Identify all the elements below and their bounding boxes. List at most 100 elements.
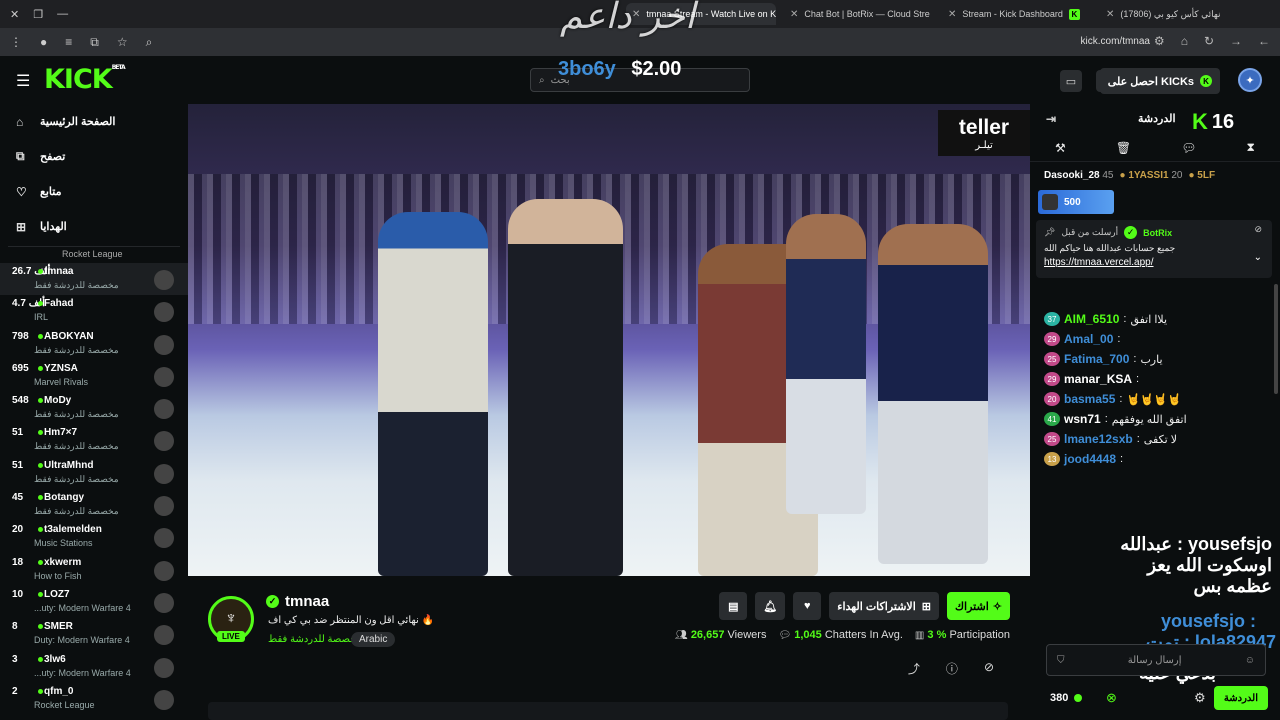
sidebar-channel-0[interactable]: 26.7 ألفtmnaaمخصصة للدردشة فقط (0, 263, 188, 296)
user-avatar[interactable]: ✦ (1238, 68, 1262, 92)
sidebar-channel-8[interactable]: 20 t3alemelden Music Stations (0, 521, 188, 553)
sidebar-item-browse[interactable]: ⧉ تصفح (0, 139, 188, 174)
bookmark-star-icon[interactable]: ☆ (117, 35, 128, 49)
tab-botrix[interactable]: ✕ Chat Bot | BotRix — Cloud Stre (784, 3, 934, 25)
close-tab-icon[interactable]: ✕ (790, 9, 798, 20)
site-settings-icon[interactable]: ⚙ (1154, 34, 1165, 48)
hourglass-icon[interactable]: ⧗ (1247, 140, 1255, 155)
channel-name[interactable]: ✓ tmnaa (266, 593, 329, 610)
moderation-hammer-icon[interactable]: ⚒ (1055, 141, 1066, 155)
emoji-icon[interactable]: ☺ (1245, 655, 1255, 666)
chatters-count: 1,045 (794, 629, 822, 641)
stream-category[interactable]: مخصصة للدردشة فقط (268, 634, 362, 645)
profile-icon[interactable]: ● (40, 35, 47, 49)
gift-subs-label: الاشتراكات الهداء (837, 600, 916, 613)
pinned-message[interactable]: 📌︎ أرسلت من قبل ✓ BotRix ⊘ جميع حسابات ع… (1036, 220, 1272, 278)
chat-input[interactable]: ⛉ إرسال رسالة ☺ (1046, 644, 1266, 676)
chat-message[interactable]: 29 manar_KSA: (1030, 372, 1280, 386)
trash-icon[interactable]: 🗑︎ (1116, 141, 1131, 155)
chat-username[interactable]: Amal_00 (1064, 332, 1113, 346)
kick-coin-icon[interactable]: ⊗ (1106, 690, 1117, 706)
reload-icon[interactable]: ↻ (1204, 34, 1214, 48)
follow-button[interactable]: ♥ (793, 592, 822, 620)
reading-list-icon[interactable]: ≡ (65, 35, 72, 49)
sidebar-item-following[interactable]: ♡ متابع (0, 174, 188, 209)
sidebar-channel-2[interactable]: 798 ABOKYAN مخصصة للدردشة فقط (0, 328, 188, 360)
tab-tmnaa[interactable]: ✕ tmnaa Stream - Watch Live on Kick K (626, 3, 776, 25)
sidebar-channel-13[interactable]: 2 qfm_0 Rocket League (0, 683, 188, 715)
back-icon[interactable]: ← (1258, 34, 1270, 48)
restore-window-icon[interactable]: ❐ (33, 8, 43, 21)
chat-username[interactable]: wsn71 (1064, 412, 1101, 426)
subscribe-button[interactable]: اشتراك ✧ (946, 592, 1010, 620)
hamburger-menu-icon[interactable]: ☰ (16, 71, 30, 91)
forward-icon[interactable]: → (1230, 34, 1242, 48)
chat-message[interactable]: 25 Fatima_700: يارب (1030, 352, 1280, 366)
sidebar-channel-11[interactable]: 8 SMER Duty: Modern Warfare 4 (0, 618, 188, 650)
send-chat-button[interactable]: الدردشة (1213, 686, 1268, 710)
sidebar-item-gifts[interactable]: ⊞ الهدايا (0, 209, 188, 244)
chat-message[interactable]: 13 jood4448: (1030, 452, 1280, 466)
gear-icon[interactable]: ⚙ (1194, 690, 1206, 706)
sidebar-channel-3[interactable]: 695 YZNSA Marvel Rivals (0, 360, 188, 392)
about-section-bar (208, 702, 1008, 720)
menu-dots-icon[interactable]: ⋮ (10, 35, 22, 49)
channel-points[interactable]: 380 (1050, 692, 1083, 704)
sidebar-channel-7[interactable]: 45 Botangy مخصصة للدردشة فقط (0, 489, 188, 521)
home-browser-icon[interactable]: ⌂ (1181, 34, 1188, 48)
sidebar-channel-12[interactable]: 3 3lw6 ...uty: Modern Warfare 4 (0, 651, 188, 683)
chat-username[interactable]: Fatima_700 (1064, 352, 1129, 366)
sidebar-item-home[interactable]: ⌂ الصفحة الرئيسية (0, 104, 188, 139)
report-icon[interactable]: ⓘ (946, 660, 958, 677)
hide-pinned-icon[interactable]: ⊘ (1254, 224, 1262, 235)
close-window-icon[interactable]: ✕ (10, 8, 19, 21)
chat-username[interactable]: lmane12sxb (1064, 432, 1133, 446)
sidebar-channel-6[interactable]: 51 UltraMhnd مخصصة للدردشة فقط (0, 457, 188, 489)
search-input[interactable]: ⌕ بحث (530, 68, 750, 92)
chat-message[interactable]: 29 Amal_00: (1030, 332, 1280, 346)
video-player[interactable]: teller تيلـر (188, 104, 1030, 576)
chat-username[interactable]: basma55 (1064, 392, 1115, 406)
heart-icon: ♥ (804, 600, 811, 612)
get-kicks-button[interactable]: احصل على KICKs K (1099, 68, 1220, 94)
video-person (508, 199, 623, 576)
stream-icon[interactable]: ▭ (1060, 70, 1082, 92)
chat-message[interactable]: 37 AIM_6510: يلاا اتفق (1030, 312, 1280, 326)
tab-youtube[interactable]: ✕ (17806) نهائي كأس كيو بي (1100, 3, 1250, 25)
url-field[interactable]: kick.com/tmnaa (1081, 36, 1150, 47)
sidebar-channel-9[interactable]: 18 xkwerm How to Fish (0, 554, 188, 586)
sidebar-channel-4[interactable]: 548 MoDy مخصصة للدردشة فقط (0, 392, 188, 424)
zoom-icon[interactable]: ⌕ (146, 35, 153, 50)
kick-logo[interactable]: KICKBETA (44, 64, 126, 95)
minimize-window-icon[interactable]: — (57, 8, 68, 21)
gift-subs-button[interactable]: الاشتراكات الهداء ⊞ (829, 592, 939, 620)
chat-message[interactable]: 25 lmane12sxb: لا تكفى (1030, 432, 1280, 446)
tab-dashboard[interactable]: ✕ Stream - Kick Dashboard K (942, 3, 1092, 25)
extensions-icon[interactable]: ⧉ (90, 35, 99, 50)
notifications-button[interactable]: 🔔︎ (755, 592, 786, 620)
shield-icon[interactable]: ⛉ (1057, 655, 1065, 666)
sidebar-channel-1[interactable]: 4.7 ألف Fahad IRL (0, 295, 188, 327)
collapse-chat-icon[interactable]: ⇥ (1046, 112, 1056, 126)
chat-username[interactable]: jood4448 (1064, 452, 1116, 466)
pinned-link[interactable]: https://tmnaa.vercel.app/ (1044, 257, 1264, 268)
gift-goal[interactable]: 500 (1038, 190, 1114, 214)
sidebar-channel-5[interactable]: 51 Hm7×7 مخصصة للدردشة فقط (0, 424, 188, 456)
verified-icon: ✓ (266, 595, 279, 608)
chevron-down-icon[interactable]: ⌄ (1254, 252, 1262, 263)
close-tab-icon[interactable]: ✕ (632, 9, 640, 20)
close-tab-icon[interactable]: ✕ (948, 9, 956, 20)
hide-icon[interactable]: ⊘ (984, 660, 994, 677)
sidebar-channel-10[interactable]: 10 LOZ7 ...uty: Modern Warfare 4 (0, 586, 188, 618)
close-tab-icon[interactable]: ✕ (1106, 9, 1114, 20)
chat-message[interactable]: 20 basma55: 🤘🤘🤘🤘 (1030, 392, 1280, 406)
participation-label: Participation (949, 629, 1010, 641)
language-tag[interactable]: Arabic (351, 632, 396, 647)
chat-message[interactable]: 41 wsn71: اتفق الله يوفقهم (1030, 412, 1280, 426)
chat-bubble-icon[interactable]: 💬︎ (1181, 141, 1196, 155)
chat-scrollbar[interactable] (1274, 284, 1278, 394)
share-icon[interactable]: ⤴ (908, 660, 920, 677)
chat-username[interactable]: manar_KSA (1064, 372, 1132, 386)
clip-button[interactable]: ▤ (719, 592, 748, 620)
chat-username[interactable]: AIM_6510 (1064, 312, 1119, 326)
